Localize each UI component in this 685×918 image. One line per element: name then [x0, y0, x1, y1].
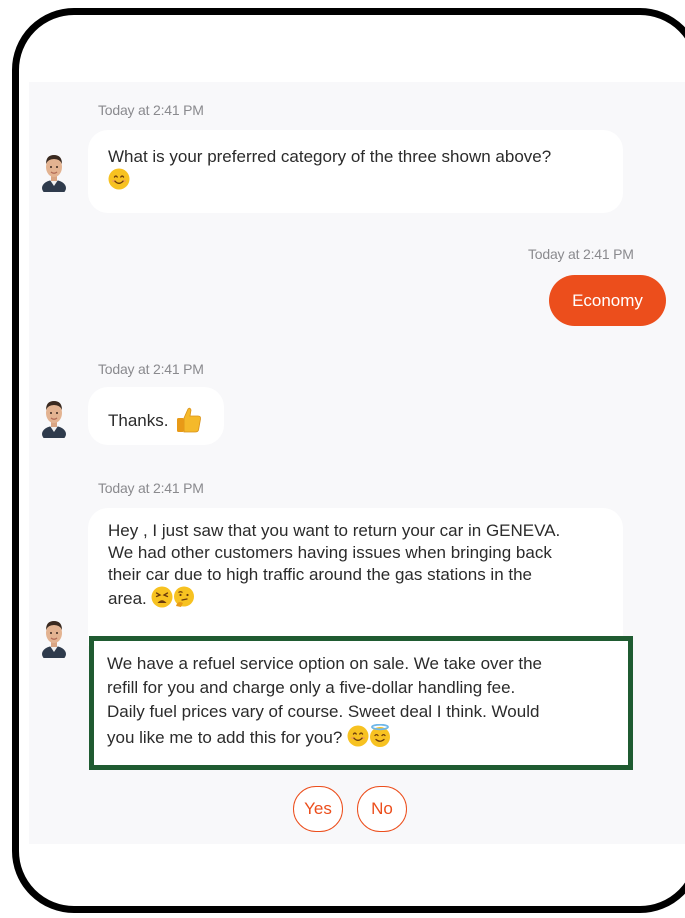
message-line: you like me to add this for you?: [107, 724, 542, 750]
highlighted-message-box: We have a refuel service option on sale.…: [89, 636, 633, 770]
message-timestamp: Today at 2:41 PM: [98, 480, 204, 496]
agent-avatar: [40, 618, 68, 658]
message-line: We had other customers having issues whe…: [108, 543, 552, 562]
smile-emoji-icon: [347, 725, 369, 747]
message-text: Economy: [572, 290, 643, 310]
message-text: What is your preferred category of the t…: [108, 147, 552, 166]
halo-face-emoji-icon: [369, 724, 391, 748]
message-timestamp: Today at 2:41 PM: [528, 246, 634, 262]
message-line: Daily fuel prices vary of course. Sweet …: [107, 702, 540, 721]
message-timestamp: Today at 2:41 PM: [98, 102, 204, 118]
smile-emoji-icon: [108, 168, 130, 190]
agent-avatar: [40, 398, 68, 438]
agent-avatar: [40, 152, 68, 192]
thumbs-up-emoji-icon: [173, 405, 203, 435]
yes-button[interactable]: Yes: [293, 786, 343, 832]
message-line: Hey , I just saw that you want to return…: [108, 521, 561, 540]
user-message-bubble: Economy: [549, 275, 666, 326]
agent-message-bubble: What is your preferred category of the t…: [88, 130, 623, 213]
message-line: area.: [108, 586, 623, 610]
agent-message-bubble: Hey , I just saw that you want to return…: [88, 508, 623, 646]
message-line: We have a refuel service option on sale.…: [107, 654, 543, 673]
no-button[interactable]: No: [357, 786, 407, 832]
tired-face-emoji-icon: [151, 586, 173, 608]
message-text: Thanks.: [108, 411, 169, 430]
message-line: refill for you and charge only a five-do…: [107, 678, 516, 697]
message-line: their car due to high traffic around the…: [108, 565, 533, 584]
message-timestamp: Today at 2:41 PM: [98, 361, 204, 377]
message-line-text: area.: [108, 589, 147, 608]
message-line-text: you like me to add this for you?: [107, 728, 343, 747]
agent-message-bubble: Thanks.: [88, 387, 224, 445]
thinking-face-emoji-icon: [173, 586, 195, 608]
